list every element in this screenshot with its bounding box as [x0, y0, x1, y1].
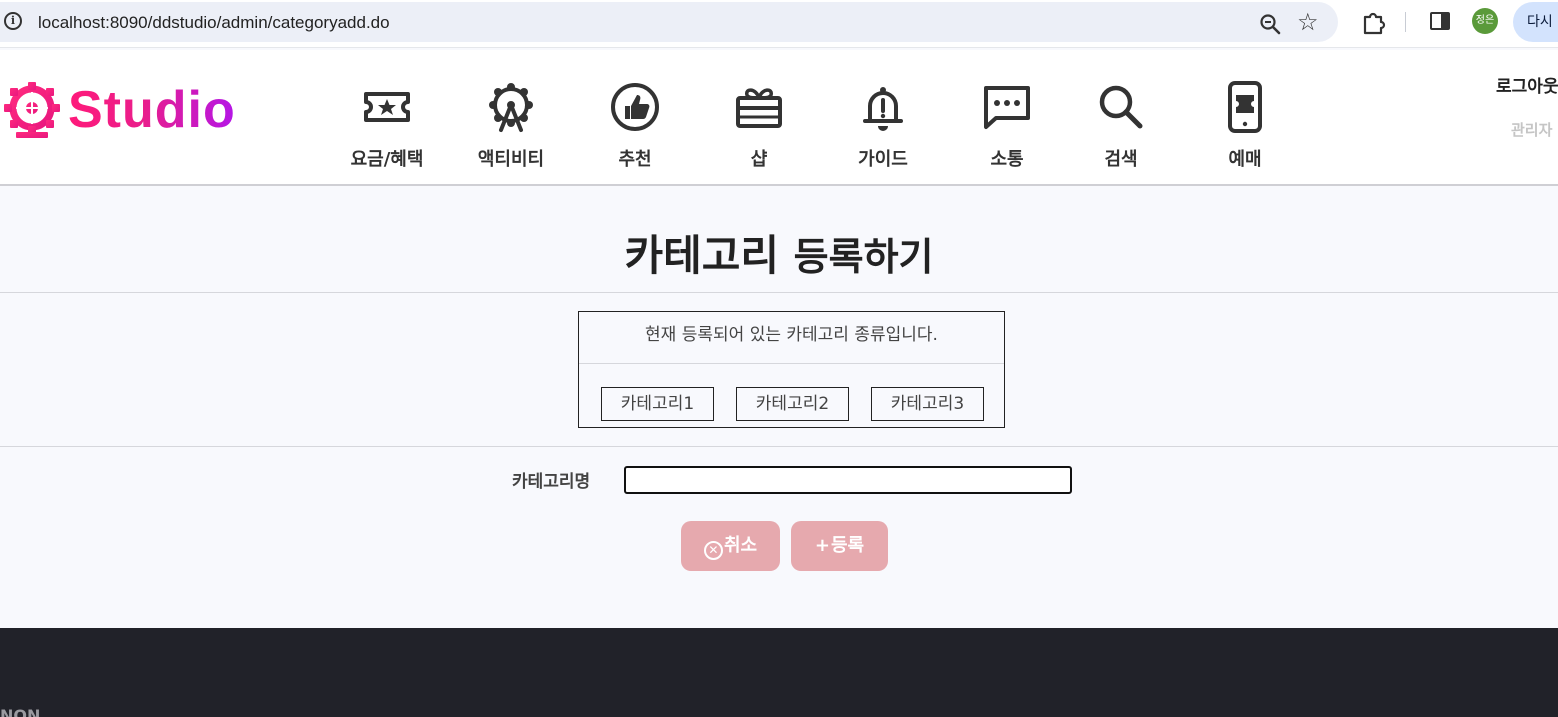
- admin-link[interactable]: 관리자: [1511, 119, 1552, 140]
- category-chip[interactable]: 카테고리3: [871, 387, 984, 421]
- page-title-sub: 등록하기: [793, 235, 934, 279]
- nav-item-search[interactable]: 검색: [1066, 80, 1176, 180]
- address-bar[interactable]: i localhost:8090/ddstudio/admin/category…: [0, 2, 1338, 42]
- category-name-label: 카테고리명: [512, 472, 591, 492]
- logo-wordmark: Studio: [68, 81, 236, 139]
- nav-label: 가이드: [858, 149, 908, 170]
- nav-label: 검색: [1104, 149, 1138, 170]
- chat-bubble-icon: [984, 86, 1030, 129]
- extensions-icon[interactable]: [1360, 9, 1386, 35]
- nav-item-community[interactable]: 소통: [952, 80, 1062, 180]
- url-text[interactable]: localhost:8090/ddstudio/admin/categoryad…: [38, 13, 390, 33]
- nav-label: 샵: [750, 149, 768, 170]
- register-label: 등록: [830, 535, 865, 556]
- existing-categories-box: 현재 등록되어 있는 카테고리 종류입니다. 카테고리1 카테고리2 카테고리3: [578, 311, 1005, 428]
- thumbs-up-icon: [611, 83, 659, 131]
- logout-link[interactable]: 로그아웃: [1496, 72, 1558, 97]
- nav-item-fees[interactable]: 요금/혜택: [332, 80, 442, 180]
- profile-avatar[interactable]: 정은: [1472, 8, 1498, 34]
- page-title: 카테고리 등록하기: [0, 222, 1558, 283]
- cancel-label: 취소: [723, 535, 758, 556]
- ferris-wheel-logo-icon: [4, 82, 60, 138]
- plus-icon: +: [814, 535, 830, 556]
- nav-label: 액티비티: [477, 149, 545, 170]
- nav-item-booking[interactable]: 예매: [1190, 80, 1300, 180]
- nav-label: 소통: [990, 149, 1024, 170]
- search-icon: [1099, 85, 1143, 129]
- category-chip[interactable]: 카테고리1: [601, 387, 714, 421]
- category-chip[interactable]: 카테고리2: [736, 387, 849, 421]
- divider: [0, 292, 1558, 293]
- ferris-wheel-icon: [489, 83, 533, 132]
- site-header: Studio 요금/혜택 액티비티 추천 샵 가이드 소통 검색 예매 로그아웃…: [0, 50, 1558, 186]
- site-info-icon[interactable]: i: [4, 12, 22, 30]
- side-panel-icon[interactable]: [1430, 12, 1450, 30]
- divider: [0, 446, 1558, 447]
- nav-label: 예매: [1228, 149, 1262, 170]
- nav-item-recommend[interactable]: 추천: [580, 80, 690, 180]
- bookmark-star-icon[interactable]: ☆: [1297, 9, 1319, 35]
- footer-text: NON: [0, 706, 41, 717]
- zoom-icon[interactable]: [1258, 12, 1282, 36]
- toolbar-divider: [1405, 12, 1406, 32]
- category-name-input[interactable]: [624, 466, 1072, 494]
- existing-categories-caption: 현재 등록되어 있는 카테고리 종류입니다.: [645, 325, 938, 345]
- gift-box-icon: [736, 88, 782, 128]
- browser-toolbar: i localhost:8090/ddstudio/admin/category…: [0, 0, 1558, 48]
- bell-icon: [863, 87, 903, 131]
- nav-label: 추천: [618, 149, 652, 170]
- relaunch-button[interactable]: 다시: [1513, 2, 1558, 42]
- mobile-ticket-icon: [1228, 81, 1262, 133]
- nav-item-shop[interactable]: 샵: [704, 80, 814, 180]
- page-title-main: 카테고리: [624, 231, 780, 280]
- nav-item-guide[interactable]: 가이드: [828, 80, 938, 180]
- cancel-button[interactable]: ✕ 취소: [681, 521, 780, 571]
- site-footer: NON: [0, 628, 1558, 717]
- nav-label: 요금/혜택: [350, 149, 424, 170]
- cancel-circle-icon: ✕: [703, 541, 723, 560]
- nav-item-activity[interactable]: 액티비티: [456, 80, 566, 180]
- register-button[interactable]: +등록: [791, 521, 888, 571]
- ticket-icon: [364, 92, 410, 122]
- box-divider: [579, 363, 1004, 364]
